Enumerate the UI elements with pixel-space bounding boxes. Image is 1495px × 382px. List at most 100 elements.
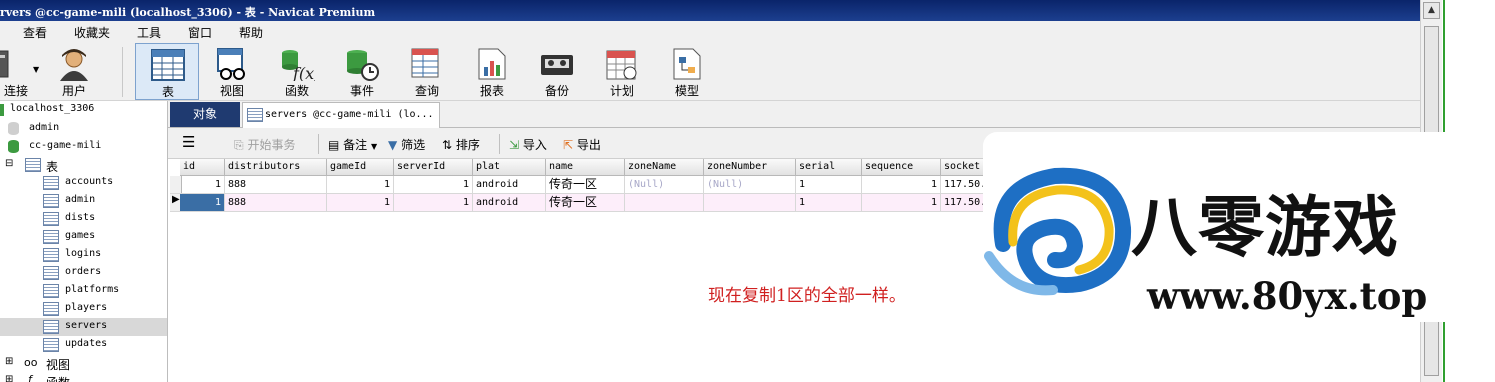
memo-button[interactable]: ▤ 备注 ▼: [328, 136, 377, 153]
grid-cell[interactable]: 1: [180, 176, 225, 194]
tree-table-item[interactable]: players: [0, 300, 167, 318]
model-icon: [673, 48, 701, 80]
grid-cell[interactable]: 1: [327, 176, 394, 194]
grid-cell[interactable]: 1: [796, 176, 862, 194]
grid-cell[interactable]: 1: [327, 194, 394, 212]
function-button[interactable]: f(x) 函数: [265, 43, 329, 100]
table-icon: [151, 49, 185, 81]
tree-table-item[interactable]: orders: [0, 264, 167, 282]
filter-icon: ▼: [388, 138, 398, 152]
column-header[interactable]: distributors: [225, 159, 327, 176]
column-header[interactable]: name: [546, 159, 625, 176]
table-icon: [247, 108, 263, 122]
user-button[interactable]: 用户: [42, 43, 106, 100]
table-icon: [43, 194, 59, 208]
tree-db-current[interactable]: cc-game-mili: [0, 138, 167, 156]
tree-table-item[interactable]: dists: [0, 210, 167, 228]
column-header[interactable]: serverId: [394, 159, 473, 176]
model-button[interactable]: 模型: [655, 43, 719, 100]
menu-icon[interactable]: ☰: [182, 133, 195, 151]
tree-db-admin[interactable]: admin: [0, 120, 167, 138]
table-icon: [43, 248, 59, 262]
schedule-button[interactable]: 计划: [590, 43, 654, 100]
table-icon: [43, 320, 59, 334]
grid-cell-null[interactable]: (Null): [704, 176, 796, 194]
grid-cell[interactable]: 传奇一区: [546, 176, 625, 194]
watermark-name: 八零游戏: [1131, 189, 1399, 266]
tree-table-item[interactable]: updates: [0, 336, 167, 354]
column-header[interactable]: sequence: [862, 159, 941, 176]
tree-table-item-selected[interactable]: servers: [0, 318, 167, 336]
grid-cell[interactable]: android: [473, 176, 546, 194]
main-toolbar: 连接 ▼ 用户 表 视图 f(x): [0, 43, 1420, 101]
grid-cell[interactable]: 888: [225, 176, 327, 194]
memo-dropdown-icon[interactable]: ▼: [371, 142, 377, 151]
menu-tools[interactable]: 工具: [137, 24, 161, 41]
grid-cell[interactable]: android: [473, 194, 546, 212]
grid-cell[interactable]: 888: [225, 194, 327, 212]
column-header[interactable]: plat: [473, 159, 546, 176]
event-icon: [347, 50, 379, 81]
table-icon: [43, 212, 59, 226]
current-row-arrow-icon: ▶: [172, 194, 180, 205]
tree-table-item[interactable]: admin: [0, 192, 167, 210]
event-button[interactable]: 事件: [330, 43, 394, 100]
import-icon: ⇲: [509, 138, 520, 152]
tree-table-item[interactable]: logins: [0, 246, 167, 264]
grid-cell-null[interactable]: (Null): [625, 176, 704, 194]
grid-toolbar-separator: [499, 134, 500, 154]
column-header[interactable]: id: [180, 159, 225, 176]
tab-objects[interactable]: 对象: [170, 102, 240, 127]
report-button[interactable]: 报表: [460, 43, 524, 100]
grid-cell[interactable]: 1: [394, 176, 473, 194]
filter-button[interactable]: ▼ 筛选: [388, 136, 425, 153]
scroll-up-arrow-icon[interactable]: ▲: [1423, 2, 1440, 19]
begin-transaction-button[interactable]: ⎘ 开始事务: [234, 136, 295, 153]
tree-functions-group[interactable]: ⊞ f 函数: [0, 372, 167, 382]
column-header[interactable]: serial: [796, 159, 862, 176]
grid-cell[interactable]: [704, 194, 796, 212]
column-header[interactable]: zoneNumber: [704, 159, 796, 176]
watermark-logo: 八零游戏 www.80yx.top: [983, 132, 1495, 322]
menu-favorites[interactable]: 收藏夹: [74, 24, 110, 41]
grid-cell[interactable]: 传奇一区: [546, 194, 625, 212]
grid-cell[interactable]: 1: [862, 176, 941, 194]
table-icon: [43, 266, 59, 280]
connect-dropdown-icon[interactable]: ▼: [33, 65, 39, 74]
report-icon: [478, 48, 506, 80]
export-button[interactable]: ⇱ 导出: [563, 136, 601, 153]
menu-view[interactable]: 查看: [23, 24, 47, 41]
table-group-icon: [25, 158, 41, 172]
expand-icon[interactable]: ⊞: [5, 374, 13, 382]
sort-button[interactable]: ⇅ 排序: [442, 136, 480, 153]
object-tree: localhost_3306 admin cc-game-mili ⊟ 表 ac…: [0, 101, 168, 382]
query-button[interactable]: 查询: [395, 43, 459, 100]
grid-cell[interactable]: [625, 194, 704, 212]
column-header[interactable]: gameId: [327, 159, 394, 176]
expand-icon[interactable]: ⊞: [5, 356, 13, 367]
menu-window[interactable]: 窗口: [188, 24, 212, 41]
view-button[interactable]: 视图: [200, 43, 264, 100]
table-button[interactable]: 表: [135, 43, 199, 100]
grid-cell[interactable]: 1: [394, 194, 473, 212]
sort-icon: ⇅: [442, 138, 453, 152]
table-icon: [43, 230, 59, 244]
grid-cell[interactable]: 1: [862, 194, 941, 212]
tab-servers-table[interactable]: servers @cc-game-mili (lo...: [242, 102, 440, 128]
import-button[interactable]: ⇲ 导入: [509, 136, 547, 153]
connect-button[interactable]: 连接: [0, 43, 28, 100]
column-header[interactable]: zoneName: [625, 159, 704, 176]
tree-table-item[interactable]: games: [0, 228, 167, 246]
window-title: rvers @cc-game-mili (localhost_3306) - 表…: [0, 6, 376, 19]
tree-table-item[interactable]: accounts: [0, 174, 167, 192]
grid-cell[interactable]: 1: [796, 194, 862, 212]
database-icon: [8, 140, 19, 153]
tree-tables-group[interactable]: ⊟ 表: [0, 156, 167, 174]
tree-table-item[interactable]: platforms: [0, 282, 167, 300]
tree-views-group[interactable]: ⊞ oo 视图: [0, 354, 167, 372]
tree-connection[interactable]: localhost_3306: [0, 101, 167, 119]
grid-cell-selected[interactable]: 1: [180, 194, 225, 212]
menu-help[interactable]: 帮助: [239, 24, 263, 41]
backup-button[interactable]: 备份: [525, 43, 589, 100]
collapse-icon[interactable]: ⊟: [5, 158, 13, 169]
